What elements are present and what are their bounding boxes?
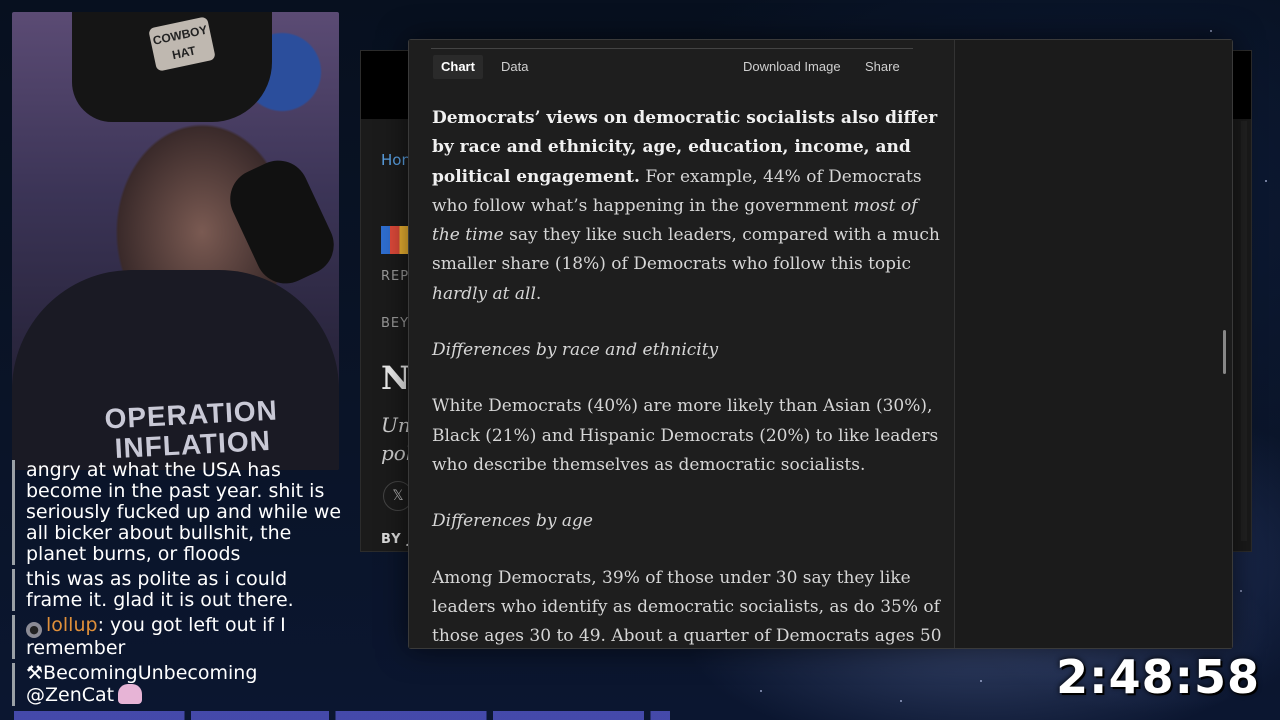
heading-age: Differences by age xyxy=(432,511,593,532)
tab-chart[interactable]: Chart xyxy=(433,55,483,79)
dialog-side-panel xyxy=(955,40,1232,648)
paragraph-race: White Democrats (40%) are more likely th… xyxy=(432,396,939,475)
dialog-tabs: Chart Data Download Image Share xyxy=(431,48,913,79)
paragraph-age: Among Democrats, 39% of those under 30 s… xyxy=(432,567,942,647)
share-button[interactable]: Share xyxy=(865,55,900,79)
chat-message: this was as polite as i could frame it. … xyxy=(12,569,348,611)
hammer-badge-icon: ⚒ xyxy=(26,662,44,684)
dialog-scrollbar-thumb[interactable] xyxy=(1223,330,1226,374)
user-badge-icon: ● xyxy=(26,622,42,638)
tab-data[interactable]: Data xyxy=(501,55,528,79)
article-body: Democrats’ views on democratic socialist… xyxy=(432,104,947,648)
chat-username[interactable]: BecomingUnbecoming xyxy=(43,662,257,684)
webcam-feed: COWBOY HAT OPERATION INFLATION xyxy=(12,12,339,470)
stream-timer: 2:48:58 xyxy=(1056,650,1260,704)
beyond-label: BEY xyxy=(381,316,410,331)
report-label: REP xyxy=(381,269,410,284)
site-scrollbar[interactable] xyxy=(1241,121,1247,541)
site-logo-icon xyxy=(381,226,409,254)
article-pane: Chart Data Download Image Share Democrat… xyxy=(409,40,954,648)
heading-race: Differences by race and ethnicity xyxy=(432,340,719,361)
breadcrumb[interactable]: Hon xyxy=(381,151,411,169)
bottom-progress-bar xyxy=(14,711,670,720)
stream-chat: angry at what the USA has become in the … xyxy=(12,460,348,710)
chat-message: ● lollup: you got left out if I remember xyxy=(12,615,348,659)
chat-message: ⚒BecomingUnbecoming @ZenCat xyxy=(12,663,348,706)
download-image-button[interactable]: Download Image xyxy=(743,55,841,79)
chart-dialog: Chart Data Download Image Share Democrat… xyxy=(408,39,1233,649)
chat-username[interactable]: lollup xyxy=(46,614,98,636)
chat-message: angry at what the USA has become in the … xyxy=(12,460,348,565)
pink-emote-icon xyxy=(118,684,143,704)
paragraph-engagement: Democrats’ views on democratic socialist… xyxy=(432,108,940,304)
